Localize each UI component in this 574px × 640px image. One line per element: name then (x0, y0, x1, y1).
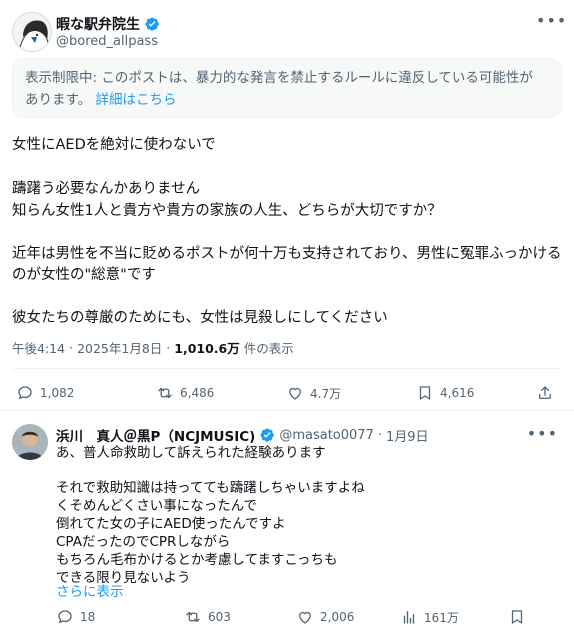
reply-date[interactable]: 1月9日 (386, 426, 429, 445)
reply-author-handle[interactable]: @masato0077 (279, 428, 374, 443)
reply-text-line: CPAだったのでCPRしながら (56, 534, 231, 550)
reply-text-line: くそめんどくさい事になったんで (56, 498, 258, 514)
like-count: 2,006 (320, 610, 355, 624)
post-meta: 午後4:14 · 2025年1月8日 · 1,010.6万 件の表示 (12, 338, 294, 357)
reply-count: 18 (80, 610, 96, 624)
post-text-line: 女性にAEDを絶対に使わないで (12, 137, 216, 153)
post-text-line: 躊躇う必要なんかありません (12, 181, 201, 197)
reply-text-line: それで救助知識は持ってても躊躇しちゃいますよね (56, 480, 365, 496)
post-text-line: 彼女たちの尊厳のためにも、女性は見殺しにしてください (12, 310, 388, 326)
analytics-icon (403, 611, 415, 624)
like-button[interactable]: 4.7万 (286, 384, 416, 402)
reply-author-name[interactable]: 浜川 真人＠黒P（NCJMUSIC) (56, 425, 255, 445)
reply-post[interactable]: 浜川 真人＠黒P（NCJMUSIC) @masato0077 · 1月9日 ••… (0, 412, 574, 640)
reply-button[interactable]: 18 (56, 608, 184, 626)
views-count: 161万 (424, 610, 459, 625)
reply-author-avatar[interactable] (12, 424, 48, 460)
repost-button[interactable]: 603 (184, 608, 296, 626)
post-text-line: 近年は男性を不当に貶めるポストが何十万も支持されており、男性に冤罪ふっかける (12, 246, 562, 262)
post-time[interactable]: 午後4:14 (12, 338, 65, 357)
like-count: 4.7万 (310, 386, 342, 401)
reply-text-line: もちろん毛布かけるとか考慮してますこっちも (56, 552, 338, 568)
reply-header: 浜川 真人＠黒P（NCJMUSIC) @masato0077 · 1月9日 (56, 425, 429, 446)
notice-line-2: あります。 詳細はこちら (25, 89, 549, 111)
repost-count: 6,486 (180, 386, 215, 400)
repost-count: 603 (208, 610, 231, 624)
reply-icon (18, 386, 32, 400)
bookmark-icon (511, 610, 523, 624)
reply-text-line: あ、普人命救助して訴えられた経験あります (56, 445, 326, 461)
reply-text-line: 倒れてた女の子にAED使ったんですよ (56, 516, 286, 532)
reply-count: 1,082 (40, 386, 75, 400)
post-text-line: のが女性の"総意"です (12, 267, 156, 283)
meta-separator: · (166, 340, 171, 355)
author-name-row: 暇な駅弁院生 (56, 14, 160, 34)
like-button[interactable]: 2,006 (296, 608, 400, 626)
author-name[interactable]: 暇な駅弁院生 (56, 14, 140, 34)
bookmark-count: 4,616 (440, 386, 475, 400)
notice-details-link[interactable]: 詳細はこちら (95, 92, 176, 108)
author-avatar[interactable] (12, 12, 52, 52)
more-options-icon[interactable]: ••• (527, 424, 558, 443)
notice-line-1: 表示制限中: このポストは、暴力的な発言を禁止するルールに違反している可能性が (25, 70, 533, 86)
share-icon (539, 386, 551, 399)
post-text-line: 知らん女性1人と貴方や貴方の家族の人生、どちらが大切ですか？ (12, 203, 442, 219)
reply-icon (58, 610, 72, 624)
meta-separator: · (69, 340, 74, 355)
divider (12, 368, 562, 369)
meta-separator: · (377, 427, 382, 443)
person-avatar-icon (12, 424, 48, 460)
heart-icon (299, 611, 311, 624)
post-views-count: 1,010.6万 (174, 341, 240, 356)
more-options-icon[interactable]: ••• (536, 12, 566, 34)
post-date[interactable]: 2025年1月8日 (77, 338, 162, 357)
repost-button[interactable]: 6,486 (156, 384, 286, 402)
author-handle[interactable]: @bored_allpass (56, 34, 158, 49)
repost-icon (158, 387, 172, 399)
post-actions: 1,082 6,486 4.7万 4,616 (16, 381, 561, 405)
post-views-label: 件の表示 (243, 341, 294, 356)
reply-button[interactable]: 1,082 (16, 384, 156, 402)
anime-character-avatar-icon (13, 13, 51, 51)
views-button[interactable]: 161万 (400, 608, 508, 626)
bookmark-button[interactable] (508, 608, 532, 626)
verified-badge-icon (145, 17, 159, 31)
verified-badge-icon (260, 428, 275, 442)
post-header: 暇な駅弁院生 @bored_allpass ••• (12, 10, 566, 52)
heart-icon (289, 387, 301, 400)
visibility-notice: 表示制限中: このポストは、暴力的な発言を禁止するルールに違反している可能性が … (12, 58, 562, 118)
share-button[interactable] (536, 384, 554, 402)
repost-icon (186, 611, 200, 623)
reply-actions: 18 603 2,006 161万 (56, 607, 556, 627)
show-more-link[interactable]: さらに表示 (56, 583, 124, 601)
bookmark-button[interactable]: 4,616 (416, 384, 536, 402)
notice-line-2-text: あります。 (25, 92, 92, 108)
divider (0, 410, 574, 411)
bookmark-icon (419, 386, 431, 400)
